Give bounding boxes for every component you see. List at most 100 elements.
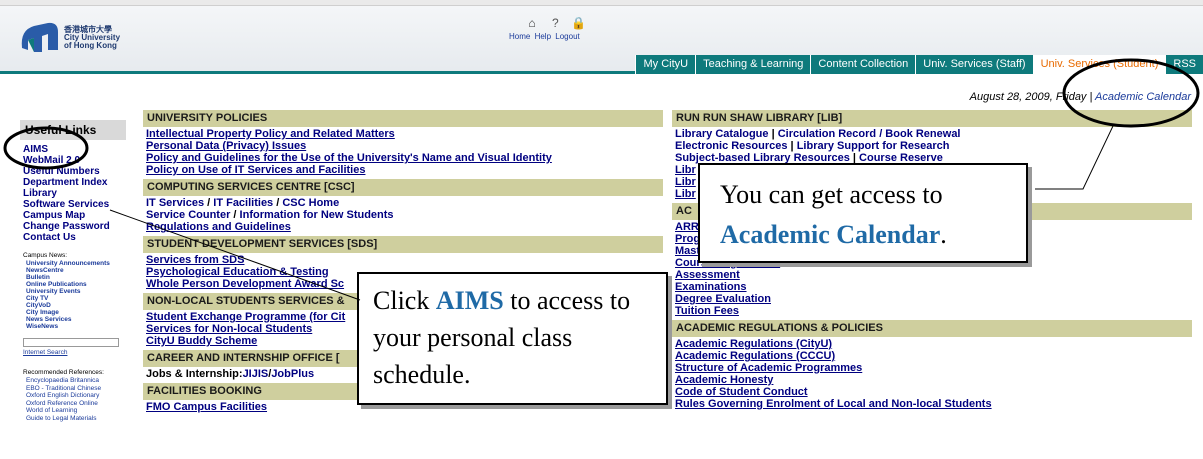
calendar-callout-post: .: [940, 220, 947, 249]
portal-tabs: My CityU Teaching & Learning Content Col…: [635, 55, 1203, 74]
department-index-link[interactable]: Department Index: [23, 177, 126, 188]
internet-search-input[interactable]: [23, 338, 119, 347]
news-link[interactable]: University Announcements: [23, 260, 126, 267]
tab-my-cityu[interactable]: My CityU: [635, 55, 696, 74]
campus-map-link[interactable]: Campus Map: [23, 210, 126, 221]
regulation-link[interactable]: Academic Honesty: [672, 374, 1192, 386]
calendar-callout: You can get access to Academic Calendar.: [698, 163, 1028, 263]
home-link[interactable]: Home: [509, 32, 530, 41]
tab-univ-services-staff[interactable]: Univ. Services (Staff): [915, 55, 1033, 74]
reference-link[interactable]: Oxford Reference Online: [23, 400, 126, 408]
library-row: Library Catalogue | Circulation Record /…: [675, 128, 961, 140]
tab-univ-services-student[interactable]: Univ. Services (Student): [1032, 55, 1166, 74]
section-header-sds: STUDENT DEVELOPMENT SERVICES [SDS]: [143, 236, 663, 253]
sds-link[interactable]: Services from SDS: [143, 254, 663, 266]
contact-us-link[interactable]: Contact Us: [23, 232, 126, 243]
useful-links-list: AIMS WebMail 2.0 Useful Numbers Departme…: [20, 140, 126, 243]
academic-link[interactable]: Assessment: [672, 269, 1192, 281]
home-icon[interactable]: ⌂: [524, 16, 540, 30]
policy-link[interactable]: Policy on Use of IT Services and Facilit…: [143, 164, 663, 176]
jobplus-link[interactable]: JobPlus: [271, 368, 314, 380]
jijis-link[interactable]: JIJIS: [243, 368, 269, 380]
it-services-link[interactable]: IT Services: [146, 197, 204, 209]
news-link[interactable]: Online Publications: [23, 281, 126, 288]
reference-link[interactable]: Encyclopaedia Britannica: [23, 377, 126, 385]
useful-links-sidebar: Useful Links AIMS WebMail 2.0 Useful Num…: [20, 120, 126, 459]
aims-callout: Click AIMS to access to your personal cl…: [357, 272, 668, 405]
academic-link[interactable]: Degree Evaluation: [672, 293, 1192, 305]
campus-news-title: Campus News:: [23, 252, 68, 259]
cityu-logo-icon: [21, 22, 58, 52]
tab-teaching-learning[interactable]: Teaching & Learning: [695, 55, 811, 74]
tab-rss[interactable]: RSS: [1165, 55, 1203, 74]
webmail-link[interactable]: WebMail 2.0: [23, 155, 126, 166]
new-students-info-link[interactable]: Information for New Students: [240, 209, 394, 221]
current-date: August 28, 2009, Friday |: [969, 91, 1095, 103]
regulation-link[interactable]: Rules Governing Enrolment of Local and N…: [672, 398, 1192, 410]
recommended-references: Recommended References: Encyclopaedia Br…: [20, 356, 126, 422]
csc-links: IT Services / IT Facilities / CSC Home S…: [143, 197, 663, 236]
section-header-csc: COMPUTING SERVICES CENTRE [CSC]: [143, 179, 663, 196]
help-icon[interactable]: ?: [547, 16, 563, 30]
policy-link[interactable]: Personal Data (Privacy) Issues: [143, 140, 663, 152]
csc-row: Service Counter / Information for New St…: [146, 209, 394, 221]
news-link[interactable]: City TV: [23, 295, 126, 302]
regulation-link[interactable]: Structure of Academic Programmes: [672, 362, 1192, 374]
academic-calendar-link[interactable]: Academic Calendar: [1095, 91, 1191, 103]
utility-icons: ⌂ ? 🔒: [524, 16, 591, 30]
news-link[interactable]: CityVoD: [23, 302, 126, 309]
regulation-link[interactable]: Academic Regulations (CCCU): [672, 350, 1192, 362]
regulations-guidelines-link[interactable]: Regulations and Guidelines: [143, 221, 663, 233]
academic-link[interactable]: Tuition Fees: [672, 305, 1192, 317]
software-services-link[interactable]: Software Services: [23, 199, 126, 210]
electronic-resources-link[interactable]: Electronic Resources: [675, 140, 788, 152]
reference-link[interactable]: EBO - Traditional Chinese: [23, 385, 126, 393]
lock-icon[interactable]: 🔒: [571, 16, 587, 30]
library-catalogue-link[interactable]: Library Catalogue: [675, 128, 769, 140]
internet-search-link[interactable]: Internet Search: [23, 349, 126, 356]
university-policies-links: Intellectual Property Policy and Related…: [143, 128, 663, 179]
news-link[interactable]: City Image: [23, 309, 126, 316]
date-line: August 28, 2009, Friday | Academic Calen…: [970, 91, 1191, 103]
logo-text-en2: of Hong Kong: [64, 41, 117, 50]
reference-link[interactable]: Guide to Legal Materials: [23, 415, 126, 423]
jobs-internship-label: Jobs & Internship:: [146, 368, 243, 380]
useful-numbers-link[interactable]: Useful Numbers: [23, 166, 126, 177]
academic-link[interactable]: Examinations: [672, 281, 1192, 293]
recommended-references-title: Recommended References:: [23, 369, 104, 376]
reference-link[interactable]: World of Learning: [23, 407, 126, 415]
regulation-link[interactable]: Academic Regulations (CityU): [672, 338, 1192, 350]
aims-link[interactable]: AIMS: [23, 144, 126, 155]
section-header-university-policies: UNIVERSITY POLICIES: [143, 110, 663, 127]
calendar-callout-emphasis: Academic Calendar: [720, 220, 941, 249]
library-link[interactable]: Library: [23, 188, 126, 199]
it-facilities-link[interactable]: IT Facilities: [213, 197, 273, 209]
policy-link[interactable]: Policy and Guidelines for the Use of the…: [143, 152, 663, 164]
csc-row: IT Services / IT Facilities / CSC Home: [146, 197, 340, 209]
useful-links-title: Useful Links: [20, 120, 126, 140]
section-header-library: RUN RUN SHAW LIBRARY [LIB]: [672, 110, 1192, 127]
help-link[interactable]: Help: [535, 32, 551, 41]
news-link[interactable]: News Services: [23, 316, 126, 323]
library-support-link[interactable]: Library Support for Research: [797, 140, 950, 152]
change-password-link[interactable]: Change Password: [23, 221, 126, 232]
calendar-callout-pre: You can get access to: [720, 180, 943, 209]
reference-link[interactable]: Oxford English Dictionary: [23, 392, 126, 400]
news-link[interactable]: NewsCentre: [23, 267, 126, 274]
tab-content-collection[interactable]: Content Collection: [810, 55, 916, 74]
aims-callout-emphasis: AIMS: [435, 286, 504, 315]
university-name: 香港城市大學 City University of Hong Kong: [64, 26, 120, 50]
aims-callout-pre: Click: [373, 286, 436, 315]
csc-home-link[interactable]: CSC Home: [282, 197, 339, 209]
service-counter-link[interactable]: Service Counter: [146, 209, 230, 221]
news-link[interactable]: WiseNews: [23, 323, 126, 330]
logout-link[interactable]: Logout: [555, 32, 579, 41]
news-link[interactable]: University Events: [23, 288, 126, 295]
utility-links: Home Help Logout: [509, 32, 582, 41]
section-header-regulations: ACADEMIC REGULATIONS & POLICIES: [672, 320, 1192, 337]
circulation-record-link[interactable]: Circulation Record / Book Renewal: [778, 128, 961, 140]
regulation-link[interactable]: Code of Student Conduct: [672, 386, 1192, 398]
news-link[interactable]: Bulletin: [23, 274, 126, 281]
campus-news: Campus News: University Announcements Ne…: [20, 243, 126, 330]
policy-link[interactable]: Intellectual Property Policy and Related…: [143, 128, 663, 140]
